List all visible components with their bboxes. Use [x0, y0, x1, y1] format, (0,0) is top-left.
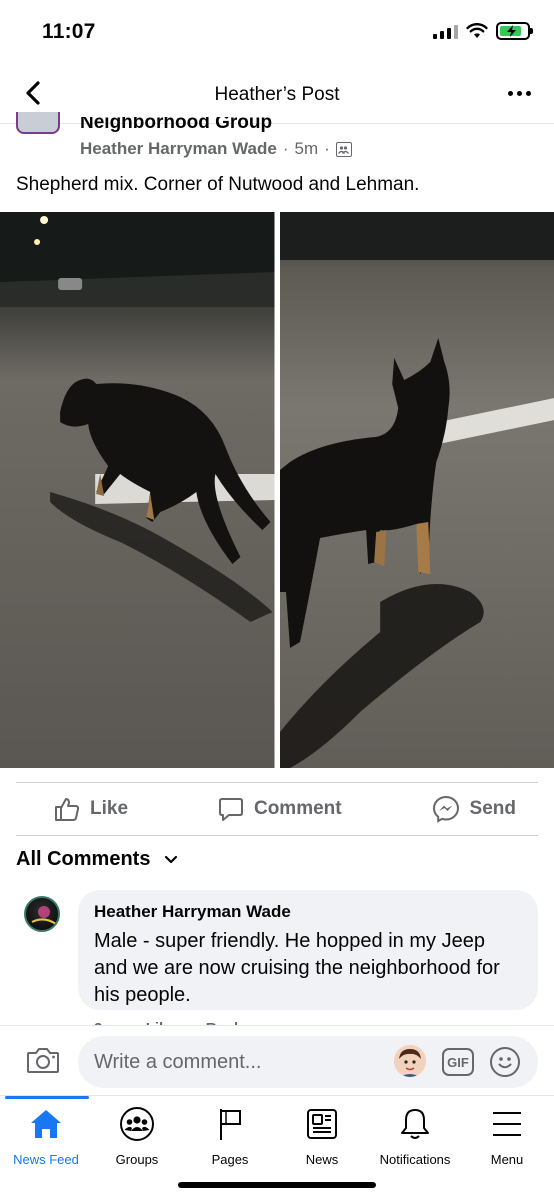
comment-bubble: Heather Harryman Wade Male - super frien… [78, 890, 538, 1010]
home-indicator [178, 1182, 376, 1188]
group-privacy-icon [335, 141, 352, 157]
page-title: Heather’s Post [214, 84, 340, 105]
comment-button[interactable]: Comment [218, 796, 342, 822]
tab-notifications[interactable]: Notifications [369, 1106, 461, 1170]
messenger-icon [432, 795, 459, 823]
post-meta: Heather Harryman Wade · 5m · [80, 139, 352, 159]
avatar-sticker-icon [394, 1045, 426, 1077]
post-photo-2[interactable] [279, 212, 554, 768]
comment-text: Male - super friendly. He hopped in my J… [94, 930, 500, 1006]
camera-icon [27, 1048, 59, 1073]
tab-label: Notifications [379, 1152, 451, 1167]
tab-label: News Feed [13, 1152, 79, 1167]
tab-label: Pages [211, 1152, 249, 1167]
post-time[interactable]: 5m [295, 139, 319, 159]
groups-icon [119, 1106, 155, 1142]
chevron-down-icon [165, 855, 178, 863]
emoji-button[interactable] [490, 1047, 520, 1077]
post-actions-bar: Like Comment Send [16, 782, 538, 836]
menu-icon [489, 1106, 525, 1142]
avatar-sticker-button[interactable] [394, 1045, 426, 1077]
comment-label: Comment [253, 798, 342, 819]
more-dots-icon [507, 90, 513, 96]
like-label: Like [90, 798, 129, 819]
tab-news-feed[interactable]: News Feed [0, 1106, 92, 1170]
smiley-icon [498, 1057, 512, 1069]
status-bar: 11:07 [0, 0, 554, 64]
battery-level [500, 25, 521, 37]
status-time: 11:07 [42, 20, 96, 43]
post-photo-1[interactable] [0, 212, 275, 768]
flag-icon [212, 1106, 248, 1142]
tab-news[interactable]: News [276, 1106, 368, 1170]
avatar[interactable] [24, 896, 60, 932]
more-options-button[interactable] [504, 80, 534, 106]
comment-author[interactable]: Heather Harryman Wade [94, 902, 522, 922]
post-photos [0, 212, 554, 768]
meta-separator: · [324, 139, 330, 158]
home-icon [28, 1106, 64, 1142]
meta-separator: · [282, 139, 289, 158]
news-icon [304, 1106, 340, 1142]
camera-button[interactable] [26, 1046, 60, 1074]
like-button[interactable]: Like [54, 796, 128, 822]
comment-input-wrapper: GIF [78, 1036, 538, 1088]
send-button[interactable]: Send [432, 795, 516, 823]
comments-filter-dropdown[interactable]: All Comments [16, 848, 178, 871]
comment-composer: GIF [0, 1025, 554, 1095]
tab-groups[interactable]: Groups [91, 1106, 183, 1170]
status-icons [433, 22, 533, 40]
send-label: Send [469, 798, 516, 819]
tab-pages[interactable]: Pages [184, 1106, 276, 1170]
group-name[interactable]: Neighborhood Group [80, 117, 272, 134]
tab-label: Menu [490, 1152, 524, 1167]
cellular-signal-icon [433, 23, 458, 39]
battery-icon [496, 22, 533, 40]
tab-menu[interactable]: Menu [461, 1106, 553, 1170]
tab-label: News [305, 1152, 339, 1167]
thumbs-up-icon [55, 798, 80, 821]
post-author[interactable]: Heather Harryman Wade [80, 139, 277, 159]
gif-button[interactable]: GIF [442, 1048, 474, 1076]
comments-filter-label: All Comments [16, 848, 151, 870]
active-tab-indicator [5, 1096, 89, 1099]
tab-label: Groups [115, 1152, 159, 1167]
post-header: Neighborhood Group Heather Harryman Wade… [0, 112, 554, 168]
comment-bubble-icon [218, 798, 243, 821]
wifi-icon [466, 23, 488, 38]
comment-input[interactable] [94, 1036, 384, 1088]
bell-icon [397, 1106, 433, 1142]
group-avatar[interactable] [16, 112, 60, 134]
post-text: Shepherd mix. Corner of Nutwood and Lehm… [16, 174, 420, 195]
